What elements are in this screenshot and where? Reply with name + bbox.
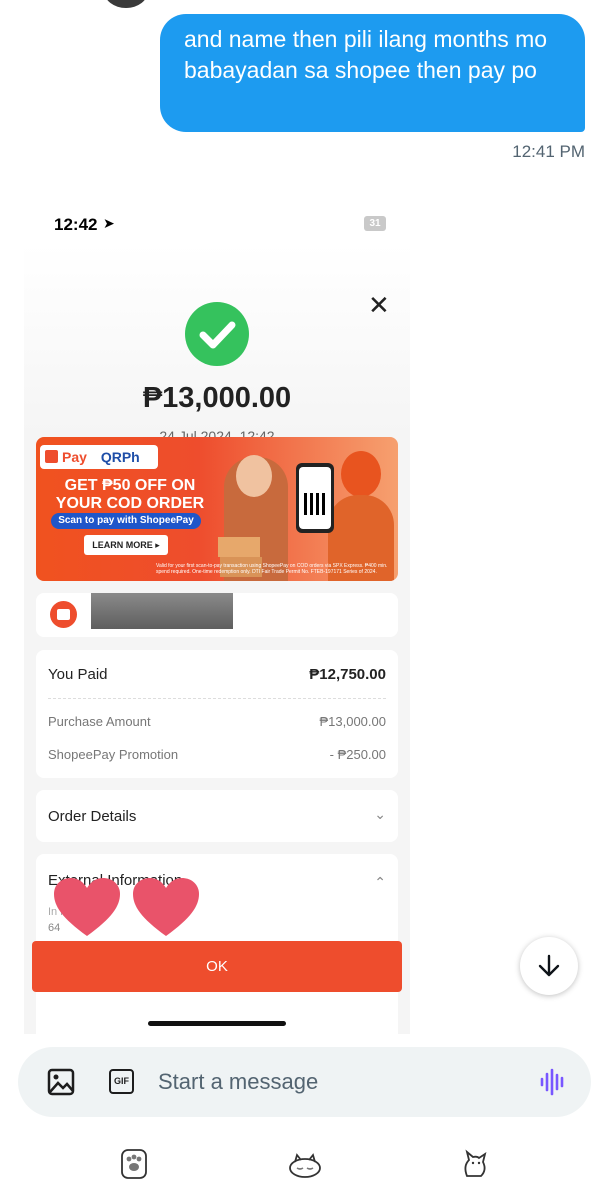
status-bar: 12:42 ➤ 31	[24, 204, 410, 244]
message-bubble[interactable]: and name then pili ilang months mo babay…	[160, 14, 585, 132]
qr-code-icon	[304, 493, 326, 515]
close-icon: ✕	[368, 290, 390, 320]
message-time: 12:41 PM	[512, 142, 585, 161]
parcel-box	[218, 537, 260, 557]
banner-person-woman-head	[236, 455, 272, 497]
gif-icon[interactable]: GIF	[109, 1069, 134, 1094]
arrow-down-icon	[538, 954, 560, 977]
cat-sleeping-icon[interactable]	[287, 1148, 323, 1180]
receipt-header: ✕ ₱13,000.00 24 Jul 2024, 12:42	[24, 244, 410, 444]
success-check-icon	[185, 302, 249, 366]
you-paid-value: ₱12,750.00	[309, 666, 386, 683]
attached-image[interactable]: 12:42 ➤ 31 ✕ ₱13,000.00 24 Jul 2024, 12:…	[24, 204, 410, 1034]
chevron-down-icon: ⌄	[374, 806, 386, 822]
purchase-amount-label: Purchase Amount	[48, 714, 151, 729]
purchase-amount-value: ₱13,000.00	[319, 714, 386, 729]
learn-more-button: LEARN MORE ▸	[84, 535, 168, 555]
paw-icon[interactable]	[118, 1148, 150, 1180]
banner-courier-helmet	[341, 451, 381, 497]
message-input[interactable]: Start a message	[158, 1069, 318, 1095]
heart-sticker-icon	[133, 878, 199, 936]
payment-amount: ₱13,000.00	[142, 382, 292, 414]
divider	[48, 698, 386, 699]
merchant-row	[36, 593, 398, 637]
status-time: 12:42	[54, 215, 98, 234]
battery-icon: 31	[364, 216, 386, 231]
banner-scan-text: Scan to pay with ShopeePay	[51, 513, 201, 529]
avatar[interactable]	[104, 0, 148, 8]
home-indicator	[148, 1021, 286, 1026]
promo-banner: Pay QRPh GET ₱50 OFF ON YOUR COD ORDER S…	[36, 437, 398, 581]
you-paid-label: You Paid	[48, 666, 108, 683]
heart-sticker-icon	[54, 878, 120, 936]
promotion-label: ShopeePay Promotion	[48, 747, 179, 762]
location-arrow-icon: ➤	[103, 215, 115, 231]
promotion-value: - ₱250.00	[329, 747, 386, 762]
shop-icon	[50, 601, 77, 628]
scroll-down-button[interactable]	[520, 937, 578, 995]
shopee-bag-icon	[45, 450, 58, 463]
brand-qrph: QRPh	[100, 449, 140, 465]
voice-message-icon[interactable]	[539, 1068, 567, 1096]
chevron-up-icon: ⌃	[374, 874, 386, 890]
message-composer[interactable]: GIF Start a message	[18, 1047, 591, 1117]
banner-fine-print: Valid for your first scan-to-pay transac…	[156, 563, 388, 575]
image-icon[interactable]	[47, 1068, 75, 1096]
order-details-row: Order Details ⌄	[36, 790, 398, 842]
cat-icon[interactable]	[459, 1148, 491, 1180]
redacted-merchant-name	[91, 593, 233, 629]
shopeepay-qrph-logo: Pay QRPh	[40, 445, 158, 469]
payment-summary-card: You Paid ₱12,750.00 Purchase Amount ₱13,…	[36, 650, 398, 778]
ok-button: OK	[32, 941, 402, 992]
banner-headline: GET ₱50 OFF ON YOUR COD ORDER	[55, 477, 205, 512]
order-details-label: Order Details	[48, 808, 137, 825]
